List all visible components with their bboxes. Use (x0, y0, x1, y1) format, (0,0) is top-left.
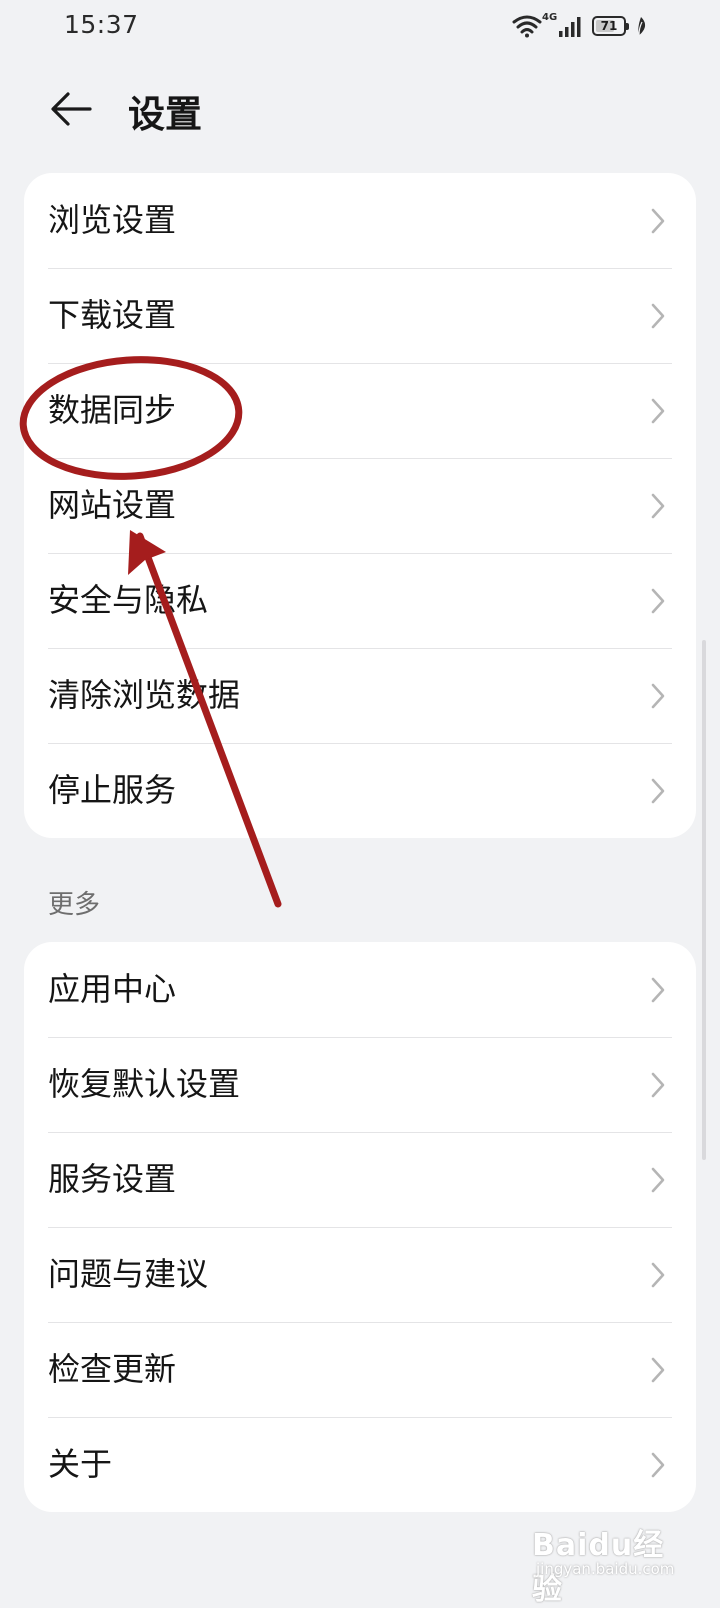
more-item-about[interactable]: 关于 (24, 1417, 696, 1512)
status-time: 15:37 (64, 10, 139, 39)
more-item-app-center[interactable]: 应用中心 (24, 942, 696, 1037)
chevron-right-icon (651, 977, 665, 1003)
settings-item-website[interactable]: 网站设置 (24, 458, 696, 553)
settings-item-download[interactable]: 下载设置 (24, 268, 696, 363)
section-title-more: 更多 (48, 890, 101, 920)
scrollbar[interactable] (702, 640, 706, 1160)
more-item-label: 恢复默认设置 (48, 1065, 241, 1103)
more-item-label: 关于 (48, 1445, 113, 1483)
settings-item-label: 网站设置 (48, 486, 177, 524)
chevron-right-icon (651, 1262, 665, 1288)
status-icons: 4G 71 (512, 12, 672, 42)
settings-item-data-sync[interactable]: 数据同步 (24, 363, 696, 458)
battery-percent: 71 (600, 19, 618, 33)
more-card: 应用中心 恢复默认设置 服务设置 问题与建议 检查更新 关于 (24, 942, 696, 1512)
settings-item-stop-service[interactable]: 停止服务 (24, 743, 696, 838)
leaf-icon (638, 17, 646, 36)
chevron-right-icon (651, 1167, 665, 1193)
settings-item-label: 浏览设置 (48, 201, 177, 239)
settings-item-browse[interactable]: 浏览设置 (24, 173, 696, 268)
settings-item-label: 清除浏览数据 (48, 676, 241, 714)
more-item-label: 问题与建议 (48, 1255, 209, 1293)
settings-item-clear-data[interactable]: 清除浏览数据 (24, 648, 696, 743)
watermark-domain: jingyan.baidu.com (536, 1560, 675, 1578)
settings-item-label: 停止服务 (48, 771, 177, 809)
network-type-label: 4G (542, 12, 558, 23)
more-item-feedback[interactable]: 问题与建议 (24, 1227, 696, 1322)
header: 设置 (0, 70, 720, 150)
more-item-service-settings[interactable]: 服务设置 (24, 1132, 696, 1227)
more-item-restore-defaults[interactable]: 恢复默认设置 (24, 1037, 696, 1132)
chevron-right-icon (651, 208, 665, 234)
more-item-check-update[interactable]: 检查更新 (24, 1322, 696, 1417)
settings-item-security-privacy[interactable]: 安全与隐私 (24, 553, 696, 648)
chevron-right-icon (651, 683, 665, 709)
chevron-right-icon (651, 493, 665, 519)
signal-strength-icon (559, 17, 581, 37)
page-title: 设置 (128, 93, 202, 136)
chevron-right-icon (651, 588, 665, 614)
settings-item-label: 下载设置 (48, 296, 177, 334)
chevron-right-icon (651, 303, 665, 329)
chevron-right-icon (651, 778, 665, 804)
more-item-label: 服务设置 (48, 1160, 177, 1198)
chevron-right-icon (651, 1357, 665, 1383)
more-item-label: 检查更新 (48, 1350, 177, 1388)
settings-card: 浏览设置 下载设置 数据同步 网站设置 安全与隐私 清除浏览数据 停止服务 (24, 173, 696, 838)
baidu-watermark: Baidu经验 jingyan.baidu.com (532, 1520, 682, 1607)
chevron-right-icon (651, 1072, 665, 1098)
wifi-icon (512, 15, 542, 38)
status-bar: 15:37 4G 71 (0, 0, 720, 56)
more-item-label: 应用中心 (48, 970, 177, 1008)
chevron-right-icon (651, 1452, 665, 1478)
arrow-left-icon[interactable] (48, 86, 94, 132)
settings-item-label: 数据同步 (48, 391, 177, 429)
battery-icon: 71 (592, 16, 629, 36)
settings-item-label: 安全与隐私 (48, 581, 209, 619)
chevron-right-icon (651, 398, 665, 424)
